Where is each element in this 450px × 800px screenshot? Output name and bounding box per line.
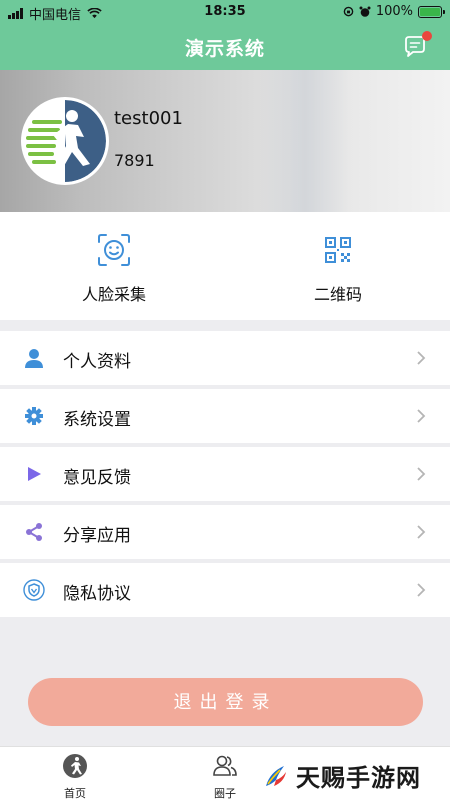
menu-item-label: 隐私协议	[63, 584, 131, 604]
menu-item-share[interactable]: 分享应用	[0, 505, 450, 559]
user-id: 7891	[114, 151, 155, 170]
menu-item-profile[interactable]: 个人资料	[0, 331, 450, 385]
menu-item-label: 个人资料	[63, 352, 131, 372]
alarm-icon	[359, 6, 371, 17]
nav-bar: 演示系统	[0, 24, 450, 70]
menu-item-label: 意见反馈	[63, 468, 131, 488]
brush-logo-icon	[266, 765, 286, 786]
menu-item-settings[interactable]: 系统设置	[0, 389, 450, 443]
runner-avatar-icon	[24, 100, 106, 182]
watermark: 天赐手游网	[262, 758, 421, 793]
face-capture-label: 人脸采集	[81, 285, 146, 304]
tab-label: 首页	[64, 787, 86, 800]
runner-icon	[63, 754, 87, 778]
logout-button[interactable]: 退出登录	[28, 678, 423, 726]
share-icon	[26, 523, 42, 541]
tab-label: 圈子	[214, 787, 236, 800]
menu-item-label: 分享应用	[63, 526, 131, 546]
battery-percent: 100%	[375, 4, 413, 19]
tab-home[interactable]: 首页	[40, 753, 110, 800]
battery-icon	[418, 5, 445, 18]
menu-item-feedback[interactable]: 意见反馈	[0, 447, 450, 501]
rotation-lock-icon	[343, 6, 354, 17]
face-capture-button[interactable]: 人脸采集	[44, 232, 184, 305]
avatar[interactable]	[21, 97, 109, 185]
message-button[interactable]	[402, 31, 432, 60]
quick-actions: 人脸采集 二维码	[0, 212, 450, 320]
qr-code-button[interactable]: 二维码	[268, 232, 408, 305]
chevron-right-icon	[417, 583, 426, 597]
page-title: 演示系统	[184, 38, 265, 60]
gear-icon	[25, 407, 43, 425]
status-bar: 中国电信 18:35 100%	[0, 0, 450, 24]
chevron-right-icon	[417, 351, 426, 365]
group-icon	[213, 755, 237, 776]
qr-code-label: 二维码	[313, 285, 362, 304]
face-scan-icon	[98, 234, 130, 266]
menu-item-label: 系统设置	[63, 410, 131, 430]
chevron-right-icon	[417, 525, 426, 539]
username: test001	[114, 108, 183, 129]
tab-circle[interactable]: 圈子	[190, 753, 260, 800]
watermark-text: 天赐手游网	[296, 764, 421, 792]
chevron-right-icon	[417, 467, 426, 481]
unread-badge	[422, 31, 432, 41]
chevron-right-icon	[417, 409, 426, 423]
profile-header: test001 7891	[0, 70, 450, 212]
shield-icon	[23, 579, 45, 601]
qr-code-icon	[325, 237, 351, 263]
person-icon	[25, 349, 43, 368]
play-icon	[28, 467, 41, 481]
menu-item-privacy[interactable]: 隐私协议	[0, 563, 450, 617]
